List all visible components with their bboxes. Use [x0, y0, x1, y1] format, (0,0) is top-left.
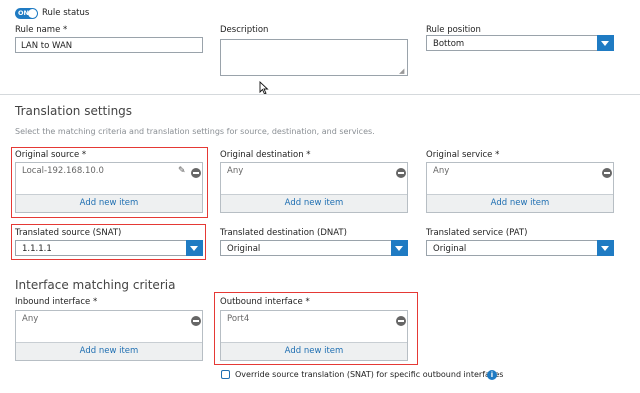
pencil-icon[interactable]: ✎ — [178, 166, 186, 176]
override-snat-checkbox[interactable] — [221, 370, 230, 379]
original-destination-value: Any — [227, 166, 244, 176]
rule-position-label: Rule position — [426, 25, 481, 35]
info-icon[interactable]: i — [487, 370, 497, 380]
translated-service-select[interactable]: Original — [426, 240, 614, 256]
rule-position-value: Bottom — [433, 39, 465, 49]
translated-destination-select[interactable]: Original — [220, 240, 408, 256]
original-source-label: Original source * — [15, 150, 87, 160]
translated-source-select[interactable]: 1.1.1.1 — [15, 240, 203, 256]
original-source-value: Local-192.168.10.0 — [22, 166, 104, 176]
inbound-interface-label: Inbound interface * — [15, 297, 98, 307]
add-original-destination-button[interactable]: Add new item — [221, 194, 407, 212]
rule-status-toggle[interactable]: ON — [15, 8, 38, 19]
add-outbound-interface-button[interactable]: Add new item — [221, 342, 407, 360]
translated-service-value: Original — [433, 244, 467, 254]
toggle-knob — [28, 9, 37, 18]
translated-source-value: 1.1.1.1 — [22, 244, 52, 254]
interface-matching-title: Interface matching criteria — [15, 278, 176, 292]
remove-icon[interactable] — [191, 168, 201, 178]
remove-icon[interactable] — [602, 168, 612, 178]
translation-settings-title: Translation settings — [15, 104, 133, 118]
mouse-cursor-icon — [259, 81, 269, 95]
outbound-interface-list: Port4 Add new item — [220, 310, 408, 361]
translated-source-label: Translated source (SNAT) — [15, 228, 122, 238]
add-inbound-interface-button[interactable]: Add new item — [16, 342, 202, 360]
chevron-down-icon[interactable] — [186, 240, 203, 256]
remove-icon[interactable] — [396, 168, 406, 178]
original-service-value: Any — [433, 166, 450, 176]
resize-handle-icon[interactable]: ◢ — [399, 67, 404, 75]
rule-name-input[interactable]: LAN to WAN — [15, 37, 203, 53]
translated-destination-value: Original — [227, 244, 261, 254]
outbound-interface-label: Outbound interface * — [220, 297, 310, 307]
description-textarea[interactable] — [220, 39, 408, 76]
translation-settings-subtitle: Select the matching criteria and transla… — [15, 127, 375, 136]
original-destination-list: Any Add new item — [220, 162, 408, 213]
inbound-interface-value: Any — [22, 314, 39, 324]
section-divider — [0, 94, 640, 95]
original-destination-label: Original destination * — [220, 150, 311, 160]
rule-status-label: Rule status — [42, 8, 90, 18]
original-service-list: Any Add new item — [426, 162, 614, 213]
chevron-down-icon[interactable] — [597, 240, 614, 256]
description-label: Description — [220, 25, 269, 35]
remove-icon[interactable] — [396, 316, 406, 326]
override-snat-label: Override source translation (SNAT) for s… — [235, 370, 504, 379]
outbound-interface-value: Port4 — [227, 314, 250, 324]
original-service-label: Original service * — [426, 150, 500, 160]
inbound-interface-list: Any Add new item — [15, 310, 203, 361]
chevron-down-icon[interactable] — [391, 240, 408, 256]
translated-destination-label: Translated destination (DNAT) — [220, 228, 347, 238]
add-original-service-button[interactable]: Add new item — [427, 194, 613, 212]
remove-icon[interactable] — [191, 316, 201, 326]
rule-name-label: Rule name * — [15, 25, 68, 35]
add-original-source-button[interactable]: Add new item — [16, 194, 202, 212]
rule-position-select[interactable]: Bottom — [426, 35, 614, 51]
original-source-list: Local-192.168.10.0 ✎ Add new item — [15, 162, 203, 213]
chevron-down-icon[interactable] — [597, 35, 614, 51]
translated-service-label: Translated service (PAT) — [426, 228, 528, 238]
